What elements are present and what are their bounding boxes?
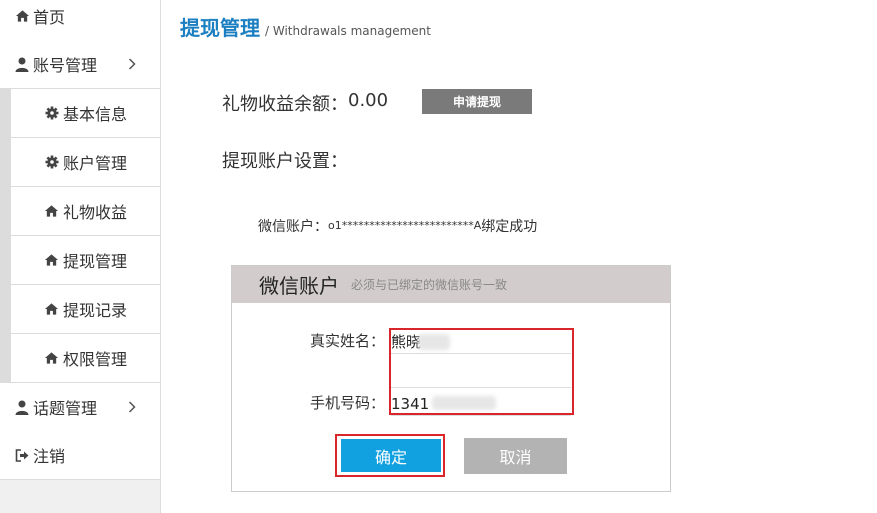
balance-value: 0.00: [348, 90, 389, 111]
sidebar-item-account-management[interactable]: 账号管理: [0, 40, 160, 89]
breadcrumb: 提现管理 / Withdrawals management: [180, 12, 431, 41]
balance-row: 礼物收益余额： 0.00: [222, 90, 388, 116]
sidebar-item-label: 提现记录: [62, 301, 127, 320]
logout-icon: [14, 447, 30, 463]
wechat-account-line: 微信账户： o1************************A 绑定成功: [258, 216, 537, 236]
gear-icon: [44, 154, 60, 170]
page-title: 提现管理: [180, 16, 260, 40]
cancel-button[interactable]: 取消: [464, 438, 567, 474]
sidebar-item-label: 礼物收益: [62, 203, 127, 222]
chevron-right-icon: [122, 397, 142, 417]
sidebar-item-label: 基本信息: [62, 105, 127, 124]
sidebar-item-label: 账号管理: [33, 56, 98, 75]
sidebar-item-withdraw-management[interactable]: 提现管理: [11, 236, 160, 285]
wechat-account-prefix: 微信账户：: [258, 219, 328, 235]
wechat-account-id: o1************************A: [328, 219, 482, 232]
home-icon: [44, 252, 60, 268]
sidebar-item-gift-income[interactable]: 礼物收益: [11, 187, 160, 236]
sidebar-item-home[interactable]: 首页: [0, 0, 160, 41]
balance-label: 礼物收益余额：: [222, 94, 348, 115]
panel-title: 微信账户: [259, 274, 339, 298]
home-icon: [44, 301, 60, 317]
sidebar-item-label: 首页: [33, 8, 66, 27]
sidebar-item-label: 账户管理: [62, 154, 127, 173]
home-icon: [44, 350, 60, 366]
sidebar-item-account-admin[interactable]: 账户管理: [11, 138, 160, 187]
sidebar-item-label: 话题管理: [33, 399, 98, 418]
highlight-box: [389, 328, 574, 415]
real-name-label: 真实姓名：: [310, 332, 386, 350]
wechat-bind-status: 绑定成功: [481, 219, 538, 235]
home-icon: [44, 203, 60, 219]
sidebar-item-permissions[interactable]: 权限管理: [11, 334, 160, 383]
home-icon: [14, 8, 30, 24]
sidebar-item-label: 注销: [33, 447, 66, 466]
sidebar-item-logout[interactable]: 注销: [0, 431, 160, 480]
apply-withdraw-button[interactable]: 申请提现: [422, 89, 532, 114]
gear-icon: [44, 105, 60, 121]
panel-header: 微信账户 必须与已绑定的微信账号一致: [232, 266, 670, 303]
sidebar-item-withdraw-records[interactable]: 提现记录: [11, 285, 160, 334]
confirm-button[interactable]: 确定: [341, 439, 441, 472]
account-settings-label: 提现账户设置：: [222, 151, 348, 172]
sidebar-item-topic-management[interactable]: 话题管理: [0, 383, 160, 432]
sidebar-item-basic-info[interactable]: 基本信息: [11, 89, 160, 138]
phone-label: 手机号码：: [310, 394, 386, 412]
page-subtitle: / Withdrawals management: [265, 24, 431, 38]
user-icon: [14, 399, 30, 415]
sidebar-item-label: 权限管理: [62, 350, 127, 369]
chevron-right-icon: [122, 54, 142, 74]
user-icon: [14, 56, 30, 72]
sidebar: 首页 账号管理 基本信息 账户管理 礼物收益 提现管理 提现记录 权限管理 话题…: [0, 0, 161, 513]
sidebar-item-label: 提现管理: [62, 252, 127, 271]
panel-hint: 必须与已绑定的微信账号一致: [351, 278, 508, 292]
submenu-indicator: [0, 89, 11, 383]
